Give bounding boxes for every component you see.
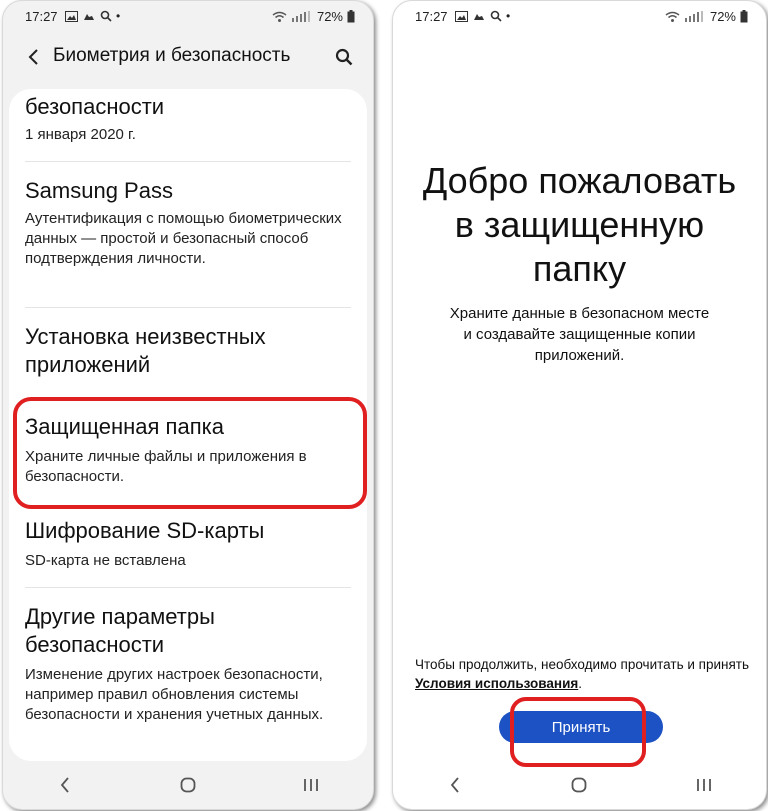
highlight-secure-folder (13, 397, 367, 509)
settings-item-security-update[interactable]: безопасности 1 января 2020 г. (25, 93, 351, 145)
terms-notice: Чтобы продолжить, необходимо прочитать и… (415, 655, 752, 693)
home-icon (572, 777, 587, 793)
divider (25, 161, 351, 162)
settings-item-samsung-pass[interactable]: Samsung Pass Аутентификация с помощью би… (25, 177, 351, 269)
nav-home-button[interactable] (168, 765, 208, 805)
settings-item-unknown-apps[interactable]: Установка неизвестных приложений (25, 323, 351, 379)
item-title: Установка неизвестных приложений (25, 324, 266, 377)
divider (25, 307, 351, 308)
welcome-title: Добро пожаловать в защищенную папку (422, 160, 737, 289)
nav-back-icon (60, 777, 69, 793)
gallery-icon (65, 10, 78, 22)
status-bar: 17:27 • 72% (393, 1, 766, 33)
nav-home-button[interactable] (559, 765, 599, 805)
wifi-icon (665, 11, 680, 22)
status-bar: 17:27 • 72% (3, 1, 373, 33)
back-arrow-icon (28, 49, 38, 65)
settings-item-other-security[interactable]: Другие параметры безопасности Изменение … (25, 603, 351, 725)
item-subtitle: Аутентификация с помощью биометрических … (25, 210, 342, 267)
item-subtitle: Изменение других настроек безопасности, … (25, 666, 324, 723)
nav-recents-button[interactable] (291, 765, 331, 805)
back-button[interactable] (21, 43, 45, 71)
status-search-icon (490, 10, 502, 22)
signal-icon (684, 11, 703, 22)
item-subtitle: 1 января 2020 г. (25, 126, 136, 143)
recent-apps-icon (696, 779, 711, 791)
battery-percent: 72% (709, 9, 736, 24)
nav-back-button[interactable] (435, 765, 475, 805)
app-bar: Биометрия и безопасность (3, 37, 373, 77)
status-right: 72% (665, 9, 748, 24)
search-button[interactable] (331, 43, 357, 71)
item-title: Samsung Pass (25, 178, 173, 203)
nav-back-icon (450, 777, 459, 793)
battery-icon (740, 10, 748, 23)
terms-suffix: . (578, 676, 583, 691)
item-subtitle: SD-карта не вставлена (25, 552, 186, 569)
gallery-icon (455, 10, 468, 22)
navigation-bar (393, 761, 766, 809)
terms-prefix: Чтобы продолжить, необходимо прочитать и… (415, 657, 749, 672)
item-title: Другие параметры безопасности (25, 604, 215, 657)
weather-icon (474, 13, 484, 20)
more-notifications-icon: • (506, 9, 511, 23)
battery-icon (347, 10, 355, 23)
divider (25, 587, 351, 588)
item-title: Шифрование SD-карты (25, 518, 265, 543)
recent-apps-icon (304, 779, 319, 791)
nav-recents-button[interactable] (684, 765, 724, 805)
status-time: 17:27 (25, 9, 58, 24)
wifi-icon (272, 11, 287, 22)
signal-icon (291, 11, 310, 22)
search-icon (335, 48, 353, 66)
notification-icons: • (455, 9, 510, 23)
more-notifications-icon: • (116, 9, 121, 23)
status-search-icon (100, 10, 112, 22)
battery-percent: 72% (316, 9, 343, 24)
notification-icons: • (65, 9, 120, 23)
settings-screen: 17:27 • 72% Биометрия и безопасность без… (2, 0, 374, 810)
weather-icon (84, 13, 94, 20)
home-icon (180, 777, 196, 793)
settings-item-sd-encryption[interactable]: Шифрование SD-карты SD-карта не вставлен… (25, 517, 351, 571)
nav-back-button[interactable] (45, 765, 85, 805)
terms-link[interactable]: Условия использования (415, 676, 578, 691)
item-title: безопасности (25, 94, 165, 119)
page-title: Биометрия и безопасность (53, 45, 291, 66)
status-time: 17:27 (415, 9, 448, 24)
highlight-accept-button (510, 697, 646, 767)
welcome-description: Храните данные в безопасном месте и созд… (449, 305, 710, 364)
navigation-bar (3, 761, 373, 809)
status-right: 72% (272, 9, 355, 24)
secure-folder-welcome-screen: 17:27 • 72% Добро пожаловать в защищенну… (392, 0, 767, 810)
